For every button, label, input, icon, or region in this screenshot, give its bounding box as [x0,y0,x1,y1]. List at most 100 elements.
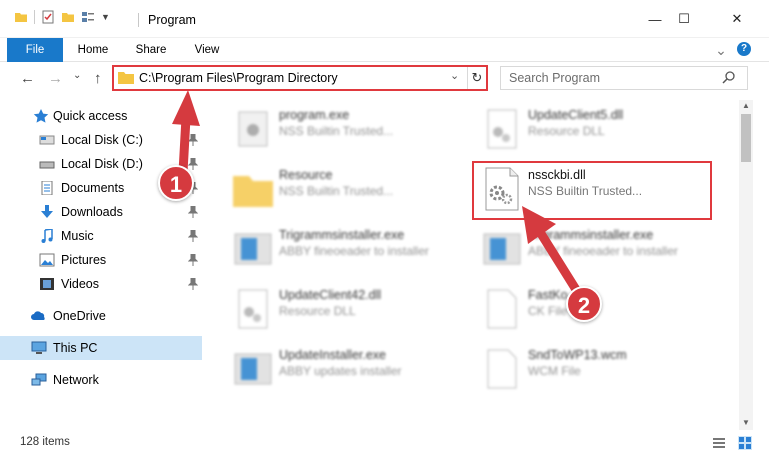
file-item[interactable]: UpdateClient5.dll Resource DLL [480,102,720,158]
drive-icon [39,161,55,169]
file-item[interactable]: Resource NSS Builtin Trusted... [231,162,471,218]
downloads-icon [41,205,53,218]
navigation-pane: Quick access Local Disk (C:) Local Disk … [0,100,202,430]
file-description: NSS Builtin Trusted... [279,124,394,138]
details-view-icon[interactable] [712,436,726,450]
scroll-up-icon[interactable]: ▲ [740,101,752,113]
sidebar-item-label: Quick access [53,109,128,123]
status-bar [0,430,769,456]
file-description: NSS Builtin Trusted... [279,184,394,198]
sidebar-item-music[interactable]: Music [0,224,202,248]
sidebar-item-videos[interactable]: Videos [0,272,202,296]
videos-icon [40,278,54,290]
drive-icon [39,135,55,145]
file-item[interactable]: UpdateClient42.dll Resource DLL [231,282,471,338]
maximize-button[interactable]: ☐ [661,0,707,38]
music-icon [41,229,53,243]
tab-share[interactable]: Share [128,38,174,62]
callout-number-2: 2 [566,286,602,322]
file-item[interactable]: Trigrammsinstaller.exe ABBY fineoeader t… [231,222,471,278]
new-folder-icon[interactable] [61,10,75,24]
sidebar-item-downloads[interactable]: Downloads [0,200,202,224]
file-list: program.exe NSS Builtin Trusted... Updat… [205,100,738,430]
file-name: program.exe [279,108,350,122]
forward-button[interactable]: → [48,70,63,87]
exe-icon [238,111,268,147]
window-title: Program [148,13,196,27]
sidebar-item-pictures[interactable]: Pictures [0,248,202,272]
quick-access-toolbar: ▼ [14,10,110,24]
sidebar-item-label: Network [53,373,99,387]
pin-icon[interactable] [188,134,198,146]
sidebar-item-label: Local Disk (C:) [61,133,143,147]
sidebar-item-network[interactable]: Network [0,368,202,392]
sidebar-item-this-pc[interactable]: This PC [0,336,202,360]
file-name: UpdateClient5.dll [528,108,624,122]
sidebar-item-onedrive[interactable]: OneDrive [0,304,202,328]
large-icons-view-icon[interactable] [738,436,752,450]
file-name: Trigrammsinstaller.exe [279,228,405,242]
pictures-icon [39,253,55,267]
file-item[interactable]: UpdateInstaller.exe ABBY updates install… [231,342,471,398]
file-description: ABBY fineoeader to installer [528,244,678,258]
ribbon: File Home Share View ⌄ ? [0,38,769,62]
file-description: WCM File [528,364,581,378]
folder-icon [233,176,273,207]
file-name: Resource [279,168,333,182]
recent-locations-dropdown[interactable]: ⌄ [73,70,81,81]
tab-file[interactable]: File [7,38,63,62]
sidebar-item-label: Videos [61,277,99,291]
help-icon[interactable]: ? [737,42,751,56]
title-bar: ▼ Program — ☐ ✕ [0,0,769,38]
sidebar-item-label: Documents [61,181,125,195]
cloud-icon [31,311,45,320]
file-description: Resource DLL [528,124,605,138]
properties-icon[interactable] [41,10,55,24]
pin-icon[interactable] [188,230,198,242]
dll-icon [238,289,268,329]
ribbon-expand-icon[interactable]: ⌄ [713,38,729,62]
pin-icon[interactable] [188,206,198,218]
up-button[interactable]: ↑ [94,70,102,87]
installer-icon [234,233,272,265]
pin-icon[interactable] [188,278,198,290]
pc-icon [31,341,47,354]
documents-icon [41,181,53,195]
scrollbar-thumb[interactable] [741,114,751,162]
pin-icon[interactable] [188,158,198,170]
file-name: UpdateClient42.dll [279,288,382,302]
file-description: ABBY fineoeader to installer [279,244,429,258]
file-icon [487,289,517,329]
file-item[interactable]: Trigrammsinstaller.exe ABBY fineoeader t… [480,222,720,278]
sidebar-item-quick-access[interactable]: Quick access [0,104,202,128]
customize-icon[interactable] [81,10,95,24]
vertical-scrollbar[interactable]: ▲ ▼ [739,100,753,430]
file-item[interactable]: program.exe NSS Builtin Trusted... [231,102,471,158]
title-separator [138,13,139,27]
file-name: UpdateInstaller.exe [279,348,387,362]
file-name: Trigrammsinstaller.exe [528,228,654,242]
callout-number-1: 1 [158,165,194,201]
sidebar-item-label: Music [61,229,94,243]
search-placeholder: Search Program [509,71,601,85]
back-button[interactable]: ← [20,70,35,87]
file-name: SndToWP13.wcm [528,348,627,362]
qat-dropdown-icon[interactable]: ▼ [101,12,110,22]
network-icon [31,373,47,386]
sidebar-item-local-disk-c[interactable]: Local Disk (C:) [0,128,202,152]
tab-view[interactable]: View [184,38,230,62]
address-highlight-box [112,65,488,91]
file-description: Resource DLL [279,304,356,318]
scroll-down-icon[interactable]: ▼ [740,418,752,430]
search-icon[interactable] [721,70,737,86]
tab-home[interactable]: Home [70,38,116,62]
sidebar-item-label: Local Disk (D:) [61,157,143,171]
sidebar-item-label: This PC [53,341,98,355]
pin-icon[interactable] [188,254,198,266]
file-description: ABBY updates installer [279,364,402,378]
file-item[interactable]: SndToWP13.wcm WCM File [480,342,720,398]
dll-icon [487,109,517,149]
file-icon [487,349,517,389]
close-button[interactable]: ✕ [714,0,760,38]
file-highlight-box [472,161,712,220]
